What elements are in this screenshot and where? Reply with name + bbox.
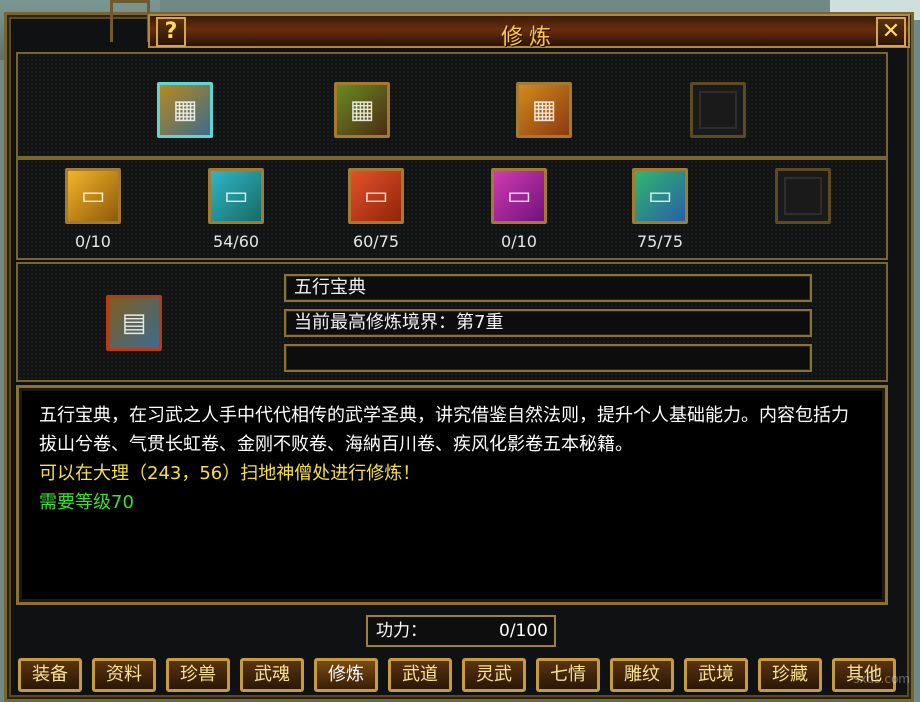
- book-magenta[interactable]: ▭: [491, 168, 547, 224]
- help-button[interactable]: ?: [156, 17, 186, 47]
- top-icons-panel: [16, 52, 888, 158]
- tab-1[interactable]: 资料: [92, 658, 156, 692]
- book-empty[interactable]: [775, 168, 831, 224]
- icon-empty-slot[interactable]: [690, 82, 746, 138]
- book-yellow[interactable]: ▭: [65, 168, 121, 224]
- book-icon: ▤: [121, 308, 147, 338]
- description-box[interactable]: 五行宝典，在习武之人手中代代相传的武学圣典，讲究借鉴自然法则，提升个人基础能力。…: [16, 385, 888, 605]
- power-value: 0/100: [499, 621, 548, 641]
- item-name-field: 五行宝典: [284, 274, 812, 302]
- tab-7[interactable]: 七情: [536, 658, 600, 692]
- book-progress: 54/60: [212, 232, 260, 251]
- description-text: 五行宝典，在习武之人手中代代相传的武学圣典，讲究借鉴自然法则，提升个人基础能力。…: [39, 405, 849, 455]
- power-label: 功力：: [376, 621, 427, 641]
- book-progress: 0/10: [75, 232, 111, 251]
- icon-gold-scroll[interactable]: ▦: [516, 82, 572, 138]
- book-icon: ▭: [223, 181, 249, 211]
- location-hint: 可以在大理（243，56）扫地神僧处进行修炼！: [39, 463, 421, 484]
- tab-0[interactable]: 装备: [18, 658, 82, 692]
- extra-field: [284, 344, 812, 372]
- tab-10[interactable]: 珍藏: [758, 658, 822, 692]
- tab-2[interactable]: 珍兽: [166, 658, 230, 692]
- frame-ornament: [110, 0, 150, 42]
- books-panel: [16, 158, 888, 260]
- book-green[interactable]: ▭: [632, 168, 688, 224]
- book-red[interactable]: ▭: [348, 168, 404, 224]
- window-title: 修炼: [500, 25, 557, 50]
- tab-3[interactable]: 武魂: [240, 658, 304, 692]
- tab-9[interactable]: 武境: [684, 658, 748, 692]
- close-button[interactable]: ✕: [876, 17, 906, 47]
- icon-book-golden[interactable]: ▦: [157, 82, 213, 138]
- selected-item-icon[interactable]: ▤: [106, 295, 162, 351]
- book-icon: ▭: [647, 181, 673, 211]
- realm-field: 当前最高修炼境界：第7重: [284, 309, 812, 337]
- tab-5[interactable]: 武道: [388, 658, 452, 692]
- book-progress: 60/75: [352, 232, 400, 251]
- item-art: ▦: [172, 95, 198, 125]
- level-requirement: 需要等级70: [39, 492, 134, 513]
- item-art: ▦: [531, 95, 557, 125]
- book-icon: ▭: [363, 181, 389, 211]
- book-icon: ▭: [80, 181, 106, 211]
- tab-8[interactable]: 雕纹: [610, 658, 674, 692]
- power-display: 功力： 0/100: [366, 615, 556, 647]
- tab-4[interactable]: 修炼: [314, 658, 378, 692]
- item-art: ▦: [349, 95, 375, 125]
- icon-scroll-bundle[interactable]: ▦: [334, 82, 390, 138]
- book-cyan[interactable]: ▭: [208, 168, 264, 224]
- tab-6[interactable]: 灵武: [462, 658, 526, 692]
- book-icon: ▭: [506, 181, 532, 211]
- watermark: sxds.com: [853, 672, 910, 686]
- book-progress: 75/75: [636, 232, 684, 251]
- book-progress: 0/10: [501, 232, 537, 251]
- title-bar[interactable]: 修炼: [148, 14, 910, 50]
